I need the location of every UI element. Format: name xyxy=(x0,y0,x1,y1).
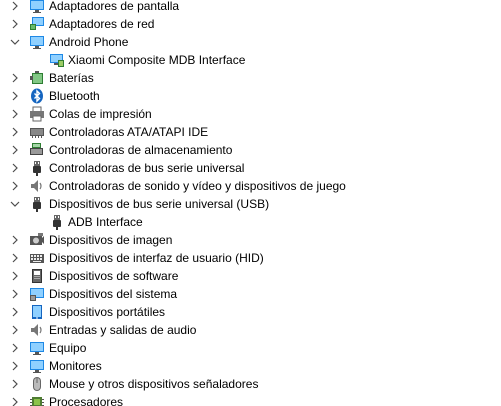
device-manager-tree: Adaptadores de pantalla Adaptadores de re… xyxy=(0,0,501,406)
bluetooth-icon xyxy=(29,88,45,104)
tree-item-controladoras-de-bus-serie-universal[interactable]: Controladoras de bus serie universal xyxy=(0,159,501,177)
tree-item-label: Mouse y otros dispositivos señaladores xyxy=(49,377,259,391)
tree-item-label: Dispositivos portátiles xyxy=(49,305,166,319)
system-device-icon xyxy=(29,286,45,302)
chevron-right-icon[interactable] xyxy=(10,379,20,389)
chevron-right-icon[interactable] xyxy=(10,145,20,155)
chevron-right-icon[interactable] xyxy=(10,271,20,281)
monitor-icon xyxy=(29,358,45,374)
tree-item-label: Monitores xyxy=(49,359,102,373)
chevron-right-icon[interactable] xyxy=(10,163,20,173)
tree-item-dispositivos-de-imagen[interactable]: Dispositivos de imagen xyxy=(0,231,501,249)
software-device-icon xyxy=(29,268,45,284)
tree-item-colas-de-impresion[interactable]: Colas de impresión xyxy=(0,105,501,123)
usb-icon xyxy=(29,160,45,176)
chevron-right-icon[interactable] xyxy=(10,235,20,245)
chevron-right-icon[interactable] xyxy=(10,127,20,137)
tree-item-label: Entradas y salidas de audio xyxy=(49,323,197,337)
speaker-icon xyxy=(29,178,45,194)
chevron-right-icon[interactable] xyxy=(10,289,20,299)
tree-item-label: Colas de impresión xyxy=(49,107,152,121)
tree-item-label: Dispositivos de bus serie universal (USB… xyxy=(49,197,270,211)
tree-item-dispositivos-portatiles[interactable]: Dispositivos portátiles xyxy=(0,303,501,321)
tree-item-baterias[interactable]: Baterías xyxy=(0,69,501,87)
storage-controller-icon xyxy=(29,142,45,158)
computer-icon xyxy=(29,340,45,356)
tree-item-dispositivos-del-sistema[interactable]: Dispositivos del sistema xyxy=(0,285,501,303)
tree-item-equipo[interactable]: Equipo xyxy=(0,339,501,357)
tree-item-label: Controladoras de sonido y vídeo y dispos… xyxy=(49,179,346,193)
chevron-right-icon[interactable] xyxy=(10,91,20,101)
tree-item-dispositivos-de-software[interactable]: Dispositivos de software xyxy=(0,267,501,285)
tree-item-controladoras-ata-atapi-ide[interactable]: Controladoras ATA/ATAPI IDE xyxy=(0,123,501,141)
tree-item-mouse-y-otros-dispositivos-senaladores[interactable]: Mouse y otros dispositivos señaladores xyxy=(0,375,501,393)
printer-icon xyxy=(29,106,45,122)
phone-monitor-icon xyxy=(29,34,45,50)
tree-child-adb-interface[interactable]: ADB Interface xyxy=(0,213,501,231)
usb-icon xyxy=(29,196,45,212)
tree-item-label: Dispositivos de imagen xyxy=(49,233,173,247)
mouse-icon xyxy=(29,376,45,392)
tree-child-label: Xiaomi Composite MDB Interface xyxy=(68,53,246,67)
keyboard-icon xyxy=(29,250,45,266)
chevron-down-icon[interactable] xyxy=(10,37,20,47)
battery-icon xyxy=(29,70,45,86)
processor-icon xyxy=(29,394,45,406)
chevron-right-icon[interactable] xyxy=(10,73,20,83)
camera-icon xyxy=(29,232,45,248)
chevron-right-icon[interactable] xyxy=(10,19,20,29)
tree-item-label: Bluetooth xyxy=(49,89,100,103)
ide-controller-icon xyxy=(29,124,45,140)
tree-item-entradas-y-salidas-de-audio[interactable]: Entradas y salidas de audio xyxy=(0,321,501,339)
chevron-right-icon[interactable] xyxy=(10,325,20,335)
tree-item-label: Controladoras de almacenamiento xyxy=(49,143,233,157)
tree-child-label: ADB Interface xyxy=(68,215,143,229)
tree-item-monitores[interactable]: Monitores xyxy=(0,357,501,375)
tree-item-label: Controladoras de bus serie universal xyxy=(49,161,245,175)
tree-item-label: Procesadores xyxy=(49,395,124,406)
tree-item-controladoras-de-sonido-y-video-y-dispositivos-de-juego[interactable]: Controladoras de sonido y vídeo y dispos… xyxy=(0,177,501,195)
tree-item-label: Baterías xyxy=(49,71,94,85)
tree-item-label: Android Phone xyxy=(49,35,129,49)
monitor-icon xyxy=(29,0,45,14)
speaker-icon xyxy=(29,322,45,338)
network-adapter-icon xyxy=(29,16,45,32)
chevron-right-icon[interactable] xyxy=(10,361,20,371)
chevron-right-icon[interactable] xyxy=(10,181,20,191)
tree-item-controladoras-de-almacenamiento[interactable]: Controladoras de almacenamiento xyxy=(0,141,501,159)
tree-item-label: Dispositivos del sistema xyxy=(49,287,178,301)
tree-item-label: Equipo xyxy=(49,341,87,355)
usb-icon xyxy=(49,214,65,230)
chevron-down-icon[interactable] xyxy=(10,199,20,209)
portable-device-icon xyxy=(29,304,45,320)
tree-child-xiaomi-composite-mdb-interface[interactable]: Xiaomi Composite MDB Interface xyxy=(0,51,501,69)
chevron-right-icon[interactable] xyxy=(10,307,20,317)
tree-item-label: Adaptadores de red xyxy=(49,17,155,31)
tree-item-adaptadores-de-pantalla[interactable]: Adaptadores de pantalla xyxy=(0,0,501,15)
tree-item-adaptadores-de-red[interactable]: Adaptadores de red xyxy=(0,15,501,33)
chevron-right-icon[interactable] xyxy=(10,397,20,406)
tree-item-label: Dispositivos de software xyxy=(49,269,179,283)
tree-item-android-phone[interactable]: Android Phone xyxy=(0,33,501,51)
chevron-right-icon[interactable] xyxy=(10,109,20,119)
tree-item-label: Adaptadores de pantalla xyxy=(49,0,180,13)
tree-item-procesadores[interactable]: Procesadores xyxy=(0,393,501,406)
mdb-interface-icon xyxy=(49,52,65,68)
tree-item-label: Controladoras ATA/ATAPI IDE xyxy=(49,125,209,139)
tree-item-dispositivos-de-bus-serie-universal-usb[interactable]: Dispositivos de bus serie universal (USB… xyxy=(0,195,501,213)
chevron-right-icon[interactable] xyxy=(10,343,20,353)
tree-item-label: Dispositivos de interfaz de usuario (HID… xyxy=(49,251,264,265)
chevron-right-icon[interactable] xyxy=(10,253,20,263)
chevron-right-icon[interactable] xyxy=(10,1,20,11)
tree-item-bluetooth[interactable]: Bluetooth xyxy=(0,87,501,105)
tree-item-dispositivos-de-interfaz-de-usuario-hid[interactable]: Dispositivos de interfaz de usuario (HID… xyxy=(0,249,501,267)
